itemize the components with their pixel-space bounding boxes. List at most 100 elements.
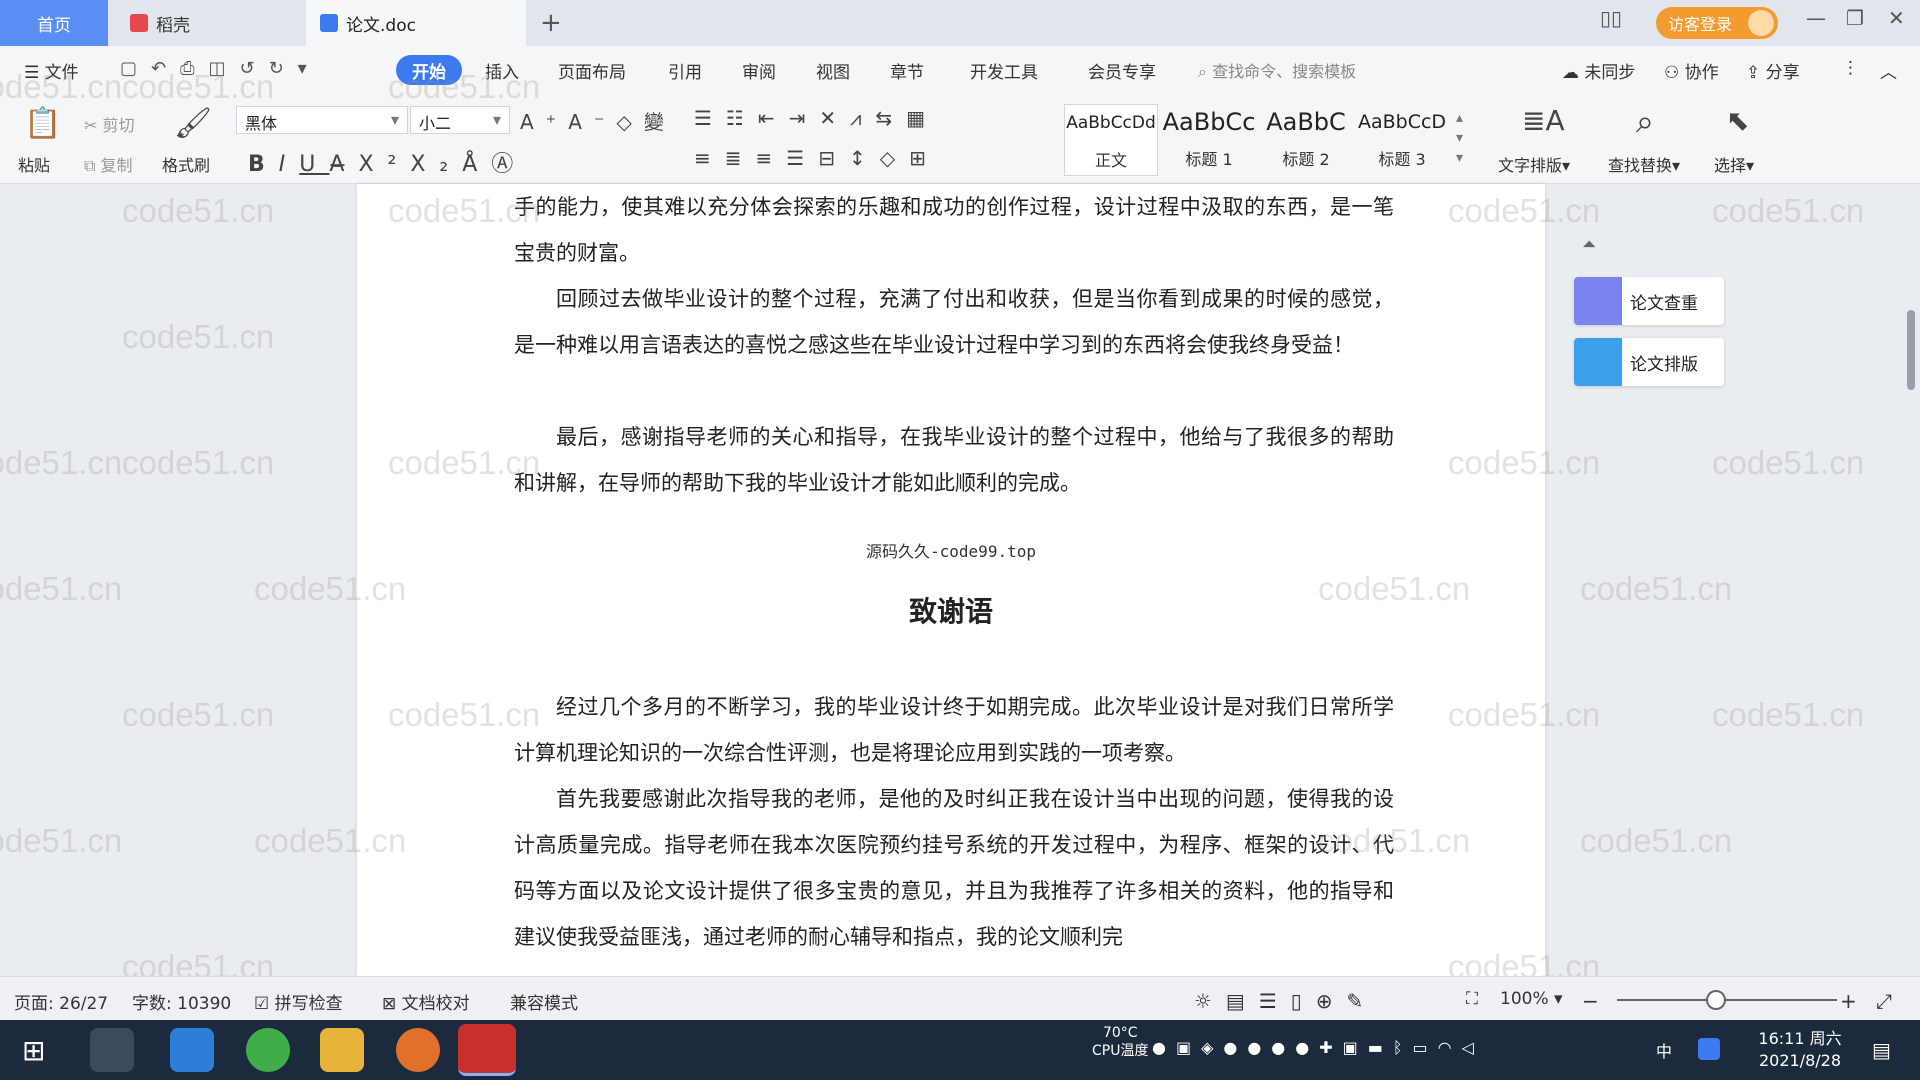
tab-chapter[interactable]: 章节: [890, 58, 924, 83]
font-style-icons[interactable]: BIUA̶X²X₂ÅⒶ: [248, 146, 527, 178]
style-heading-2[interactable]: AaBbC 标题 2: [1258, 104, 1354, 176]
vertical-scrollbar[interactable]: [1905, 150, 1917, 970]
app-pinwheel-icon[interactable]: [90, 1028, 134, 1072]
alignment-icons[interactable]: ≡≣≡☰⊟↕◇⊞: [694, 146, 940, 170]
style-normal[interactable]: AaBbCcDd 正文: [1064, 104, 1158, 176]
format-painter-button[interactable]: 格式刷: [162, 152, 210, 176]
font-size-select[interactable]: 小二 ▾: [410, 106, 510, 134]
more-icon[interactable]: ⋮: [1842, 58, 1859, 78]
document-page[interactable]: 手的能力，使其难以充分体会探索的乐趣和成功的创作过程，设计过程中汲取的东西，是一…: [357, 184, 1545, 976]
zoom-slider[interactable]: [1617, 999, 1837, 1001]
tab-insert[interactable]: 插入: [485, 58, 519, 83]
paragraph-list-icons[interactable]: ☰☷⇤⇥✕⩘⇆▦: [694, 106, 939, 130]
tab-home[interactable]: 首页: [0, 0, 108, 46]
notification-icon[interactable]: ▤: [1872, 1038, 1891, 1062]
share-button[interactable]: ⇪ 分享: [1746, 58, 1800, 83]
view-mode-icons[interactable]: ☼▤☰▯⊕✎: [1194, 989, 1377, 1013]
paragraph[interactable]: 手的能力，使其难以充分体会探索的乐趣和成功的创作过程，设计过程中汲取的东西，是一…: [514, 184, 1394, 276]
new-tab-button[interactable]: +: [540, 8, 562, 38]
paragraph[interactable]: 最后，感谢指导老师的关心和指导，在我毕业设计的整个过程中，他给与了我很多的帮助和…: [514, 414, 1394, 506]
restore-icon[interactable]: ❐: [1846, 6, 1864, 30]
scroll-thumb[interactable]: [1907, 310, 1915, 390]
copy-button[interactable]: ⧉ 复制: [84, 152, 133, 176]
style-heading-1[interactable]: AaBbCc 标题 1: [1160, 104, 1258, 176]
tab-view[interactable]: 视图: [816, 58, 850, 83]
zoom-slider-handle[interactable]: [1706, 990, 1726, 1010]
select-cursor-icon[interactable]: ⬉: [1726, 104, 1749, 137]
zoom-out-icon[interactable]: −: [1582, 989, 1599, 1013]
word-count[interactable]: 字数: 10390: [132, 989, 231, 1014]
clock[interactable]: 16:11 周六 2021/8/28: [1740, 1028, 1860, 1072]
style-heading-3-preview: AaBbCcD: [1357, 111, 1447, 133]
cpu-temp-widget[interactable]: 70°C CPU温度: [1092, 1024, 1148, 1060]
tray-icons[interactable]: ●▣◈●●●●✚▣▬ᛒ▭◠◁: [1152, 1038, 1484, 1057]
fit-page-icon[interactable]: ⛶: [1466, 989, 1478, 1009]
text-layout-button[interactable]: 文字排版▾: [1498, 152, 1570, 176]
tab-start[interactable]: 开始: [396, 55, 462, 85]
close-icon[interactable]: ✕: [1888, 6, 1905, 30]
find-replace-label: 查找替换: [1608, 156, 1673, 175]
ie-browser-icon[interactable]: [170, 1028, 214, 1072]
tab-references[interactable]: 引用: [668, 58, 702, 83]
file-menu[interactable]: ☰ 文件: [24, 58, 79, 83]
paragraph[interactable]: 回顾过去做毕业设计的整个过程，充满了付出和收获，但是当你看到成果的时候的感觉，是…: [514, 276, 1394, 368]
avatar-icon: [1748, 10, 1774, 36]
paper-layout-icon: [1574, 338, 1622, 386]
find-replace-button[interactable]: 查找替换▾: [1608, 152, 1680, 176]
paragraph[interactable]: 经过几个多月的不断学习，我的毕业设计终于如期完成。此次毕业设计是对我们日常所学计…: [514, 684, 1394, 776]
paste-icon[interactable]: 📋: [24, 106, 61, 141]
tab-review[interactable]: 审阅: [742, 58, 776, 83]
tab-daoke[interactable]: 稻壳: [112, 0, 302, 46]
watermark: code51.cn: [122, 444, 275, 481]
browser-360-icon[interactable]: [246, 1028, 290, 1072]
zoom-level[interactable]: 100% ▾: [1500, 989, 1563, 1009]
tab-page-layout[interactable]: 页面布局: [558, 58, 626, 83]
find-replace-icon[interactable]: ⌕: [1636, 102, 1654, 141]
tab-daoke-label: 稻壳: [156, 15, 190, 36]
style-heading-3[interactable]: AaBbCcD 标题 3: [1354, 104, 1450, 176]
qq-tray-icon[interactable]: [1698, 1038, 1720, 1060]
collapse-panel-icon[interactable]: ⏶: [1582, 234, 1596, 255]
layout-icon[interactable]: ▯▯: [1600, 6, 1622, 30]
app-mascot-icon[interactable]: [396, 1028, 440, 1072]
font-size-tools-icons[interactable]: A⁺A⁻◇變: [520, 106, 676, 135]
command-search-placeholder: 查找命令、搜索模板: [1212, 62, 1357, 81]
windows-start-icon[interactable]: ⊞: [22, 1034, 45, 1067]
font-name-select[interactable]: 黑体 ▾: [236, 106, 408, 134]
quick-access-icons[interactable]: ▢↶⎙◫↺↻▾: [120, 58, 321, 79]
spell-check-button[interactable]: ☑ 拼写检查: [254, 989, 343, 1014]
minimize-icon[interactable]: —: [1806, 6, 1826, 30]
status-bar: 页面: 26/27 字数: 10390 ☑ 拼写检查 ⊠ 文档校对 兼容模式 ☼…: [0, 976, 1920, 1020]
ime-indicator[interactable]: 中: [1656, 1038, 1672, 1062]
tab-member[interactable]: 会员专享: [1088, 58, 1156, 83]
paper-layout-button[interactable]: 论文排版: [1574, 338, 1724, 386]
command-search[interactable]: ⌕ 查找命令、搜索模板: [1198, 58, 1356, 82]
collab-button[interactable]: ⚇ 协作: [1664, 58, 1719, 83]
proofread-button[interactable]: ⊠ 文档校对: [382, 989, 470, 1014]
format-painter-icon[interactable]: 🖌: [174, 106, 212, 141]
paper-check-button[interactable]: 论文查重: [1574, 277, 1724, 325]
watermark: code51.cn: [0, 444, 123, 481]
file-explorer-icon[interactable]: [320, 1028, 364, 1072]
visitor-login-button[interactable]: 访客登录: [1656, 7, 1778, 39]
select-button[interactable]: 选择▾: [1714, 152, 1754, 176]
tab-document[interactable]: 论文.doc: [306, 0, 526, 46]
collapse-ribbon-icon[interactable]: ︿: [1880, 58, 1897, 83]
tab-developer[interactable]: 开发工具: [970, 58, 1038, 83]
page-indicator[interactable]: 页面: 26/27: [14, 989, 108, 1014]
wps-writer-icon[interactable]: [458, 1024, 516, 1076]
text-layout-icon[interactable]: ≣A: [1522, 104, 1565, 137]
zoom-value: 100%: [1500, 989, 1549, 1009]
paste-button[interactable]: 粘贴: [18, 152, 50, 176]
section-title[interactable]: 致谢语: [357, 590, 1545, 630]
fullscreen-icon[interactable]: ⤢: [1876, 989, 1892, 1013]
style-scroll-icon[interactable]: ▴ ▾ ▾: [1456, 108, 1463, 168]
watermark: code51.cn: [122, 696, 275, 733]
file-menu-label: 文件: [44, 63, 79, 83]
cut-button[interactable]: ✂ 剪切: [84, 112, 135, 136]
spell-check-label: 拼写检查: [274, 994, 343, 1014]
unsync-button[interactable]: ☁ 未同步: [1562, 58, 1635, 83]
paragraph[interactable]: 首先我要感谢此次指导我的老师，是他的及时纠正我在设计当中出现的问题，使得我的设计…: [514, 776, 1394, 960]
style-heading-2-preview: AaBbC: [1266, 108, 1346, 136]
zoom-in-icon[interactable]: +: [1840, 989, 1857, 1013]
